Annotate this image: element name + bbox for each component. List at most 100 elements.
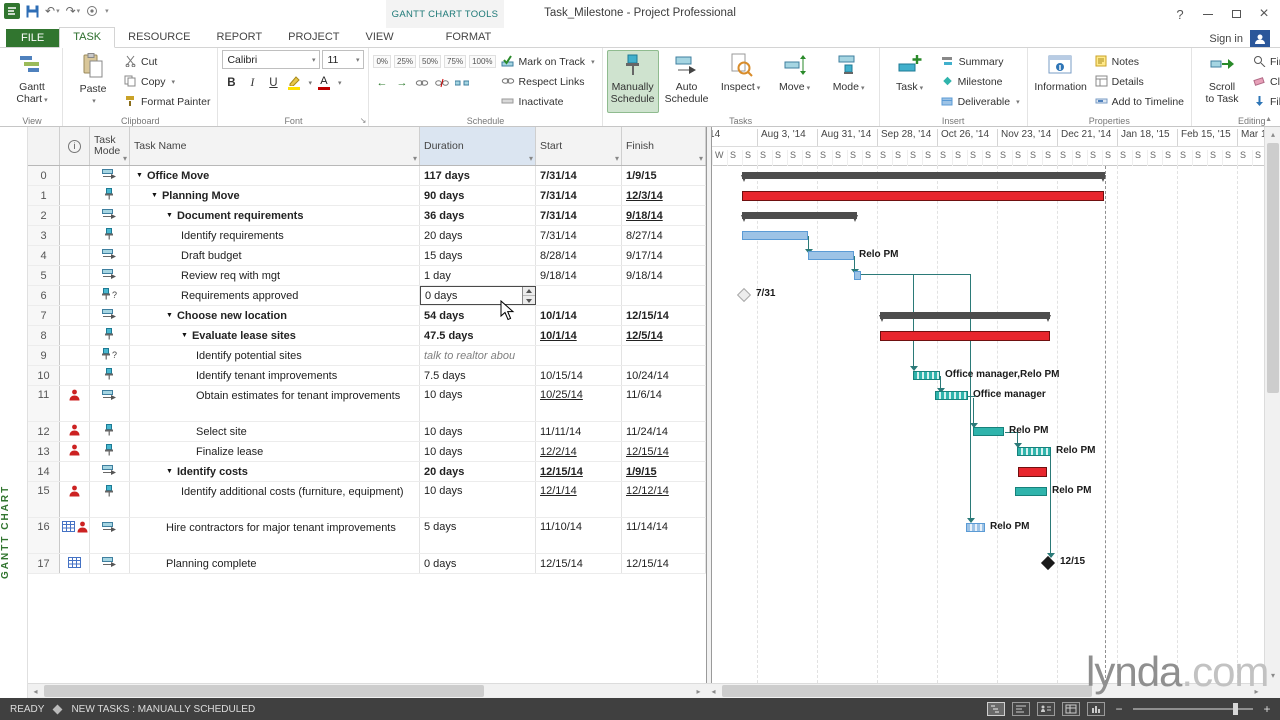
- filter-icon[interactable]: ▾: [123, 154, 127, 163]
- tab-project[interactable]: PROJECT: [275, 28, 352, 47]
- task-name-cell[interactable]: ▼Planning Move: [130, 186, 420, 205]
- minimize-button[interactable]: [1194, 3, 1222, 25]
- percent-100-button[interactable]: 100%: [469, 55, 495, 68]
- sign-in-link[interactable]: Sign in: [1209, 33, 1243, 45]
- start-cell[interactable]: 7/31/14: [536, 186, 622, 205]
- row-number[interactable]: 15: [28, 482, 60, 517]
- outline-collapse-icon[interactable]: ▼: [166, 312, 173, 319]
- table-row[interactable]: 17Planning complete0 days12/15/1412/15/1…: [28, 554, 706, 574]
- task-mode-cell[interactable]: [90, 518, 130, 553]
- gantt-bar-summary[interactable]: [880, 312, 1050, 319]
- start-cell[interactable]: 7/31/14: [536, 166, 622, 185]
- table-horizontal-scrollbar[interactable]: ◂ ▸: [28, 683, 706, 698]
- task-mode-cell[interactable]: [90, 326, 130, 345]
- outline-collapse-icon[interactable]: ▼: [166, 212, 173, 219]
- tab-resource[interactable]: RESOURCE: [115, 28, 203, 47]
- italic-button[interactable]: I: [243, 74, 261, 92]
- close-button[interactable]: ×: [1250, 3, 1278, 25]
- task-name-cell[interactable]: Requirements approved: [130, 286, 420, 305]
- finish-cell[interactable]: 12/5/14: [622, 326, 706, 345]
- outline-collapse-icon[interactable]: ▼: [151, 192, 158, 199]
- table-row[interactable]: 6?Requirements approved0 days: [28, 286, 706, 306]
- table-row[interactable]: 11Obtain estimates for tenant improvemen…: [28, 386, 706, 422]
- task-name-cell[interactable]: ▼Identify costs: [130, 462, 420, 481]
- insert-task-button[interactable]: Task▾: [884, 50, 936, 113]
- task-mode-cell[interactable]: [90, 462, 130, 481]
- filter-icon[interactable]: ▾: [699, 154, 703, 163]
- gantt-bar-teal[interactable]: [1015, 487, 1047, 496]
- row-number[interactable]: 13: [28, 442, 60, 461]
- table-row[interactable]: 8▼Evaluate lease sites47.5 days10/1/1412…: [28, 326, 706, 346]
- gantt-view-shortcut[interactable]: [987, 702, 1005, 716]
- row-number[interactable]: 5: [28, 266, 60, 285]
- task-mode-cell[interactable]: [90, 266, 130, 285]
- task-name-cell[interactable]: ▼Evaluate lease sites: [130, 326, 420, 345]
- duration-cell[interactable]: 90 days: [420, 186, 536, 205]
- font-size-select[interactable]: 11▾: [322, 50, 364, 69]
- row-number[interactable]: 0: [28, 166, 60, 185]
- scroll-to-task-button[interactable]: Scrollto Task: [1196, 50, 1248, 113]
- start-cell[interactable]: 11/11/14: [536, 422, 622, 441]
- task-name-cell[interactable]: Finalize lease: [130, 442, 420, 461]
- start-cell[interactable]: 12/15/14: [536, 462, 622, 481]
- scroll-right-icon[interactable]: ▸: [691, 684, 706, 699]
- report-view-shortcut[interactable]: [1087, 702, 1105, 716]
- row-number[interactable]: 3: [28, 226, 60, 245]
- task-mode-cell[interactable]: [90, 442, 130, 461]
- duration-cell[interactable]: 1 day: [420, 266, 536, 285]
- task-name-cell[interactable]: Identify potential sites: [130, 346, 420, 365]
- duration-cell[interactable]: 10 days: [420, 442, 536, 461]
- underline-button[interactable]: U: [264, 74, 282, 92]
- gantt-chart-view-button[interactable]: Gantt Chart▾: [6, 50, 58, 113]
- task-mode-cell[interactable]: [90, 366, 130, 385]
- start-cell[interactable]: [536, 346, 622, 365]
- duration-cell[interactable]: 10 days: [420, 422, 536, 441]
- task-mode-cell[interactable]: [90, 206, 130, 225]
- finish-cell[interactable]: 9/18/14: [622, 266, 706, 285]
- start-cell[interactable]: 11/10/14: [536, 518, 622, 553]
- scrollbar-thumb[interactable]: [1267, 143, 1279, 393]
- outline-collapse-icon[interactable]: ▼: [166, 468, 173, 475]
- finish-cell[interactable]: 12/15/14: [622, 442, 706, 461]
- fill-button[interactable]: Fill▾: [1250, 92, 1280, 112]
- tab-report[interactable]: REPORT: [204, 28, 276, 47]
- vertical-scrollbar[interactable]: ▴ ▾: [1264, 127, 1280, 683]
- duration-cell[interactable]: 0 days: [420, 554, 536, 573]
- tab-file[interactable]: FILE: [6, 29, 59, 47]
- gantt-bar-summary[interactable]: [742, 172, 1105, 179]
- finish-cell[interactable]: 12/3/14: [622, 186, 706, 205]
- table-row[interactable]: 3Identify requirements20 days7/31/148/27…: [28, 226, 706, 246]
- finish-cell[interactable]: 10/24/14: [622, 366, 706, 385]
- task-mode-cell[interactable]: ?: [90, 346, 130, 365]
- redo-button[interactable]: ↷▾: [66, 4, 81, 18]
- clear-button[interactable]: Clear▾: [1250, 72, 1280, 92]
- scroll-left-icon[interactable]: ◂: [706, 684, 721, 699]
- scroll-up-icon[interactable]: ▴: [1265, 127, 1280, 142]
- gantt-bar-task[interactable]: [742, 231, 808, 240]
- row-number[interactable]: 2: [28, 206, 60, 225]
- split-task-button[interactable]: [453, 75, 470, 91]
- row-number[interactable]: 10: [28, 366, 60, 385]
- finish-cell[interactable]: 12/15/14: [622, 306, 706, 325]
- background-color-dropdown[interactable]: ▾: [308, 79, 312, 87]
- zoom-slider-thumb[interactable]: [1233, 703, 1238, 715]
- table-row[interactable]: 10Identify tenant improvements7.5 days10…: [28, 366, 706, 386]
- auto-schedule-button[interactable]: AutoSchedule: [661, 50, 713, 113]
- duration-cell[interactable]: 10 days: [420, 386, 536, 421]
- zoom-out-button[interactable]: −: [1112, 702, 1126, 716]
- task-mode-cell[interactable]: [90, 386, 130, 421]
- finish-cell[interactable]: 11/24/14: [622, 422, 706, 441]
- format-painter-button[interactable]: Format Painter: [121, 92, 213, 112]
- table-row[interactable]: 16Hire contractors for major tenant impr…: [28, 518, 706, 554]
- task-mode-cell[interactable]: [90, 422, 130, 441]
- start-cell[interactable]: 12/2/14: [536, 442, 622, 461]
- tab-task[interactable]: TASK: [59, 27, 115, 48]
- task-name-cell[interactable]: ▼Choose new location: [130, 306, 420, 325]
- row-number[interactable]: 4: [28, 246, 60, 265]
- font-dialog-launcher[interactable]: ↘: [360, 116, 367, 125]
- start-cell[interactable]: 7/31/14: [536, 206, 622, 225]
- duration-cell[interactable]: 10 days: [420, 482, 536, 517]
- task-mode-cell[interactable]: [90, 554, 130, 573]
- save-icon[interactable]: [26, 5, 39, 18]
- indent-task-button[interactable]: →: [393, 75, 410, 91]
